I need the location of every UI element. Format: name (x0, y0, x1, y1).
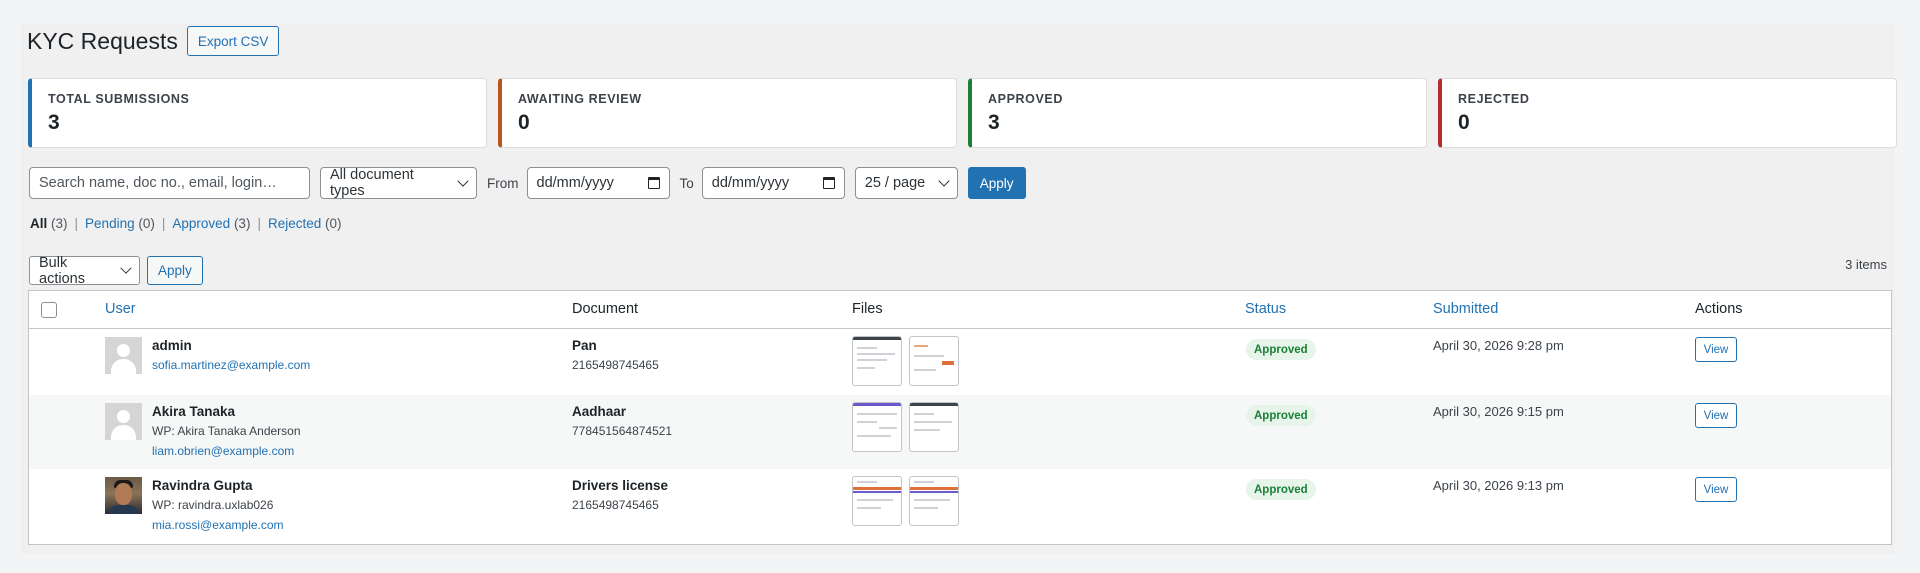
avatar (105, 477, 142, 514)
stat-card-awaiting: AWAITING REVIEW 0 (498, 78, 957, 148)
avatar (105, 403, 142, 440)
stat-label: REJECTED (1458, 92, 1530, 106)
chevron-down-icon (120, 262, 132, 274)
items-count: 3 items (1845, 257, 1887, 272)
to-label: To (679, 175, 694, 191)
stat-label: AWAITING REVIEW (518, 92, 642, 106)
submitted-date: April 30, 2026 9:15 pm (1433, 404, 1564, 419)
status-badge: Approved (1246, 339, 1316, 360)
column-actions: Actions (1695, 301, 1743, 317)
view-button[interactable]: View (1695, 337, 1737, 362)
table-header: User Document Files Status Submitted Act… (29, 291, 1891, 329)
user-name: admin (152, 338, 192, 353)
file-thumbnail[interactable] (909, 402, 959, 452)
avatar (105, 337, 142, 374)
bulk-apply-button[interactable]: Apply (147, 256, 203, 285)
column-files: Files (852, 301, 883, 317)
document-number: 2165498745465 (572, 358, 659, 372)
stats-cards: TOTAL SUBMISSIONS 3 AWAITING REVIEW 0 AP… (28, 78, 1897, 148)
status-badge: Approved (1246, 479, 1316, 500)
file-thumbnail[interactable] (852, 402, 902, 452)
document-number: 2165498745465 (572, 498, 659, 512)
page-title: KYC Requests (27, 27, 178, 54)
view-separator: | (161, 216, 166, 231)
calendar-icon[interactable] (647, 177, 660, 189)
view-separator: | (257, 216, 261, 231)
bulk-actions-bar: Bulk actions Apply (29, 254, 203, 287)
user-name: Ravindra Gupta (152, 478, 253, 493)
file-thumbnail[interactable] (852, 336, 902, 386)
stat-value: 3 (988, 111, 1000, 134)
stat-label: TOTAL SUBMISSIONS (48, 92, 190, 106)
document-type-select[interactable]: All document types (320, 167, 477, 199)
view-rejected-link[interactable]: Rejected (268, 216, 321, 231)
file-thumbnail[interactable] (909, 336, 959, 386)
column-document: Document (572, 301, 639, 317)
table-row: Ravindra Gupta WP: ravindra.uxlab026 mia… (29, 469, 1891, 543)
user-email[interactable]: sofia.martinez@example.com (152, 358, 310, 372)
to-date-input[interactable]: dd/mm/yyyy (701, 167, 845, 199)
view-button[interactable]: View (1695, 403, 1737, 428)
from-date-value: dd/mm/yyyy (536, 175, 614, 191)
view-pending-link[interactable]: Pending (85, 216, 135, 231)
document-type-value: All document types (330, 167, 414, 199)
user-email[interactable]: mia.rossi@example.com (152, 518, 284, 532)
document-number: 778451564874521 (572, 424, 673, 438)
stat-value: 0 (518, 111, 530, 134)
document-type: Drivers license (572, 478, 669, 493)
user-wp-login: WP: ravindra.uxlab026 (152, 498, 274, 512)
per-page-select[interactable]: 25 / page (854, 167, 958, 199)
search-input[interactable]: Search name, doc no., email, login… (29, 167, 310, 199)
view-separator: | (74, 216, 79, 231)
stat-card-rejected: REJECTED 0 (1438, 78, 1897, 148)
stat-label: APPROVED (988, 92, 1063, 106)
from-date-input[interactable]: dd/mm/yyyy (526, 167, 670, 199)
to-date-value: dd/mm/yyyy (711, 175, 790, 191)
stat-value: 0 (1458, 111, 1470, 134)
submitted-date: April 30, 2026 9:13 pm (1433, 478, 1564, 493)
stat-value: 3 (48, 111, 60, 134)
calendar-icon[interactable] (822, 177, 835, 189)
view-count: (0) (138, 216, 155, 231)
from-label: From (487, 175, 519, 191)
user-email[interactable]: liam.obrien@example.com (152, 444, 294, 458)
submitted-date: April 30, 2026 9:28 pm (1433, 338, 1564, 353)
file-thumbnail[interactable] (909, 476, 959, 526)
file-thumbnail[interactable] (852, 476, 902, 526)
view-all-link[interactable]: All (30, 216, 47, 231)
filter-bar: Search name, doc no., email, login… All … (29, 167, 1026, 199)
user-name: Akira Tanaka (152, 404, 236, 419)
table-row: Akira Tanaka WP: Akira Tanaka Anderson l… (29, 395, 1891, 469)
view-approved-link[interactable]: Approved (172, 216, 230, 231)
view-count: (3) (233, 216, 251, 231)
status-badge: Approved (1246, 405, 1316, 426)
column-submitted[interactable]: Submitted (1433, 301, 1498, 317)
select-all-checkbox[interactable] (41, 302, 57, 318)
table-row: admin sofia.martinez@example.com Pan 216… (29, 329, 1891, 395)
column-user[interactable]: User (105, 301, 136, 317)
stat-card-total: TOTAL SUBMISSIONS 3 (28, 78, 487, 148)
stat-card-approved: APPROVED 3 (968, 78, 1427, 148)
view-count: (0) (325, 216, 342, 231)
bulk-actions-value: Bulk actions (39, 254, 85, 287)
per-page-value: 25 / page (864, 175, 926, 191)
title-row: KYC Requests Export CSV (27, 26, 280, 56)
column-status[interactable]: Status (1245, 301, 1286, 317)
view-button[interactable]: View (1695, 477, 1737, 502)
document-type: Pan (572, 338, 597, 353)
user-wp-login: WP: Akira Tanaka Anderson (152, 424, 301, 438)
export-csv-button[interactable]: Export CSV (186, 26, 280, 56)
bulk-actions-select[interactable]: Bulk actions (29, 254, 140, 287)
filter-apply-button[interactable]: Apply (967, 167, 1026, 199)
kyc-table: User Document Files Status Submitted Act… (28, 290, 1892, 545)
document-type: Aadhaar (572, 404, 627, 419)
status-views: All (3) | Pending (0) | Approved (3) | R… (30, 216, 342, 231)
view-count: (3) (51, 216, 68, 231)
chevron-down-icon (457, 174, 469, 187)
chevron-down-icon (938, 174, 950, 187)
